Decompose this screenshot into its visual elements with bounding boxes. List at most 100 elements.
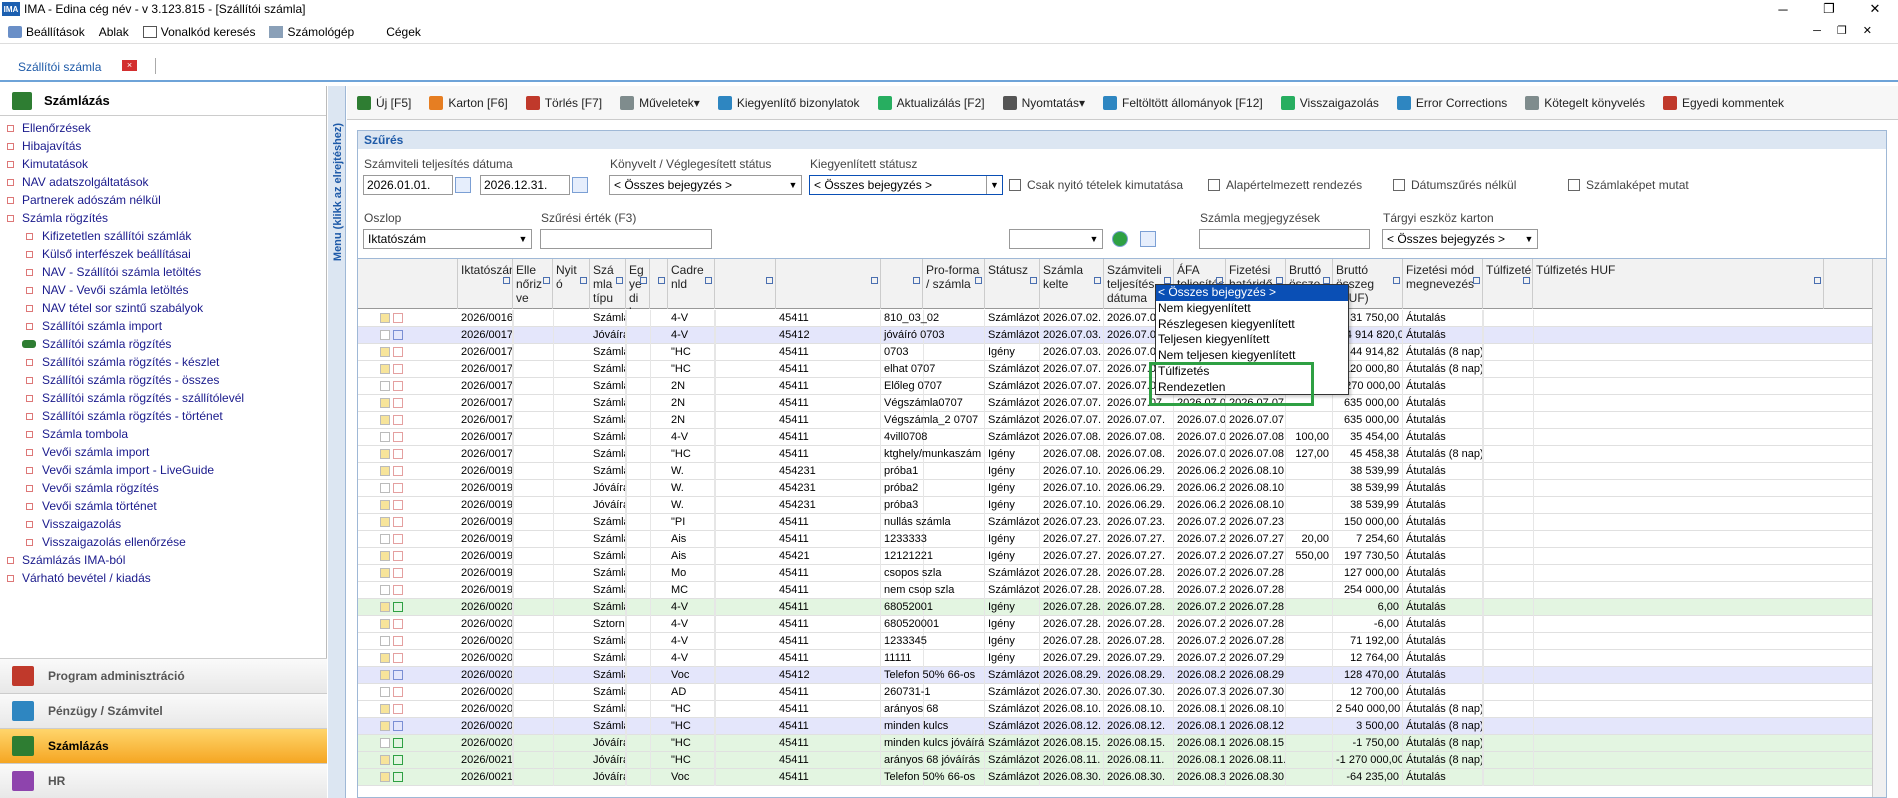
sidebar-item[interactable]: Kimutatások xyxy=(0,155,326,173)
column-header[interactable] xyxy=(715,259,776,309)
date-to-input[interactable]: 2026.12.31. xyxy=(480,175,570,195)
module-button[interactable]: Számlázás xyxy=(0,728,327,763)
sidebar-item[interactable]: Vevői számla rögzítés xyxy=(0,479,326,497)
column-header[interactable]: Szá mla típu s xyxy=(590,259,626,309)
table-row[interactable]: 2026/00203Számla4-V4541111111Igény2026.0… xyxy=(358,650,1886,667)
sidebar-item[interactable]: Kifizetetlen szállítói számlák xyxy=(0,227,326,245)
table-row[interactable]: 2026/00202Számla4-V454111233345Igény2026… xyxy=(358,633,1886,650)
table-row[interactable]: 2026/00208 Számla "HC 45411minden kulcsSzám… xyxy=(358,718,1886,735)
filter-icon[interactable] xyxy=(1164,277,1171,284)
table-row[interactable]: 2026/00198 Számla MC 45411nem csop szlaSzám… xyxy=(358,582,1886,599)
menu-window[interactable]: Ablak xyxy=(99,25,129,39)
menu-settings[interactable]: Beállítások xyxy=(8,25,85,39)
table-row[interactable]: 2026/00212 Jóváírás Voc 45411Telefon 50% 66… xyxy=(358,769,1886,786)
filter-icon[interactable] xyxy=(1216,277,1223,284)
dropdown-option[interactable]: Részlegesen kiegyenlített xyxy=(1156,317,1348,333)
table-row[interactable]: 2026/00200Számla4-V4541168052001Igény202… xyxy=(358,599,1886,616)
column-header[interactable] xyxy=(776,259,881,309)
table-row[interactable]: 2026/00172 Számla "HC 45411elhat 0707Számlá… xyxy=(358,361,1886,378)
sidebar-item[interactable]: NAV adatszolgáltatások xyxy=(0,173,326,191)
asset-select[interactable]: < Összes bejegyzés > ▼ xyxy=(1382,229,1538,249)
filter-icon[interactable] xyxy=(1393,277,1400,284)
filter-icon[interactable] xyxy=(1523,277,1530,284)
sidebar-item[interactable]: Szállítói számla import xyxy=(0,317,326,335)
sidebar-item[interactable]: Szállítói számla rögzítés - történet xyxy=(0,407,326,425)
booked-status-select[interactable]: < Összes bejegyzés > ▼ xyxy=(609,175,802,195)
sidebar-item[interactable]: Vevői számla import - LiveGuide xyxy=(0,461,326,479)
table-row[interactable]: 2026/00209 Jóváírás "HC 45411minden kulcs j… xyxy=(358,735,1886,752)
maximize-icon[interactable]: ❐ xyxy=(1806,0,1852,18)
module-button[interactable]: Program adminisztráció xyxy=(0,658,327,693)
filter-icon[interactable] xyxy=(1094,277,1101,284)
sidebar-item[interactable]: Partnerek adószám nélkül xyxy=(0,191,326,209)
refresh-icon[interactable] xyxy=(1112,231,1128,247)
table-row[interactable]: 2026/00174 Számla 2N 45411Végszámla0707Szám… xyxy=(358,395,1886,412)
mdi-controls[interactable]: ─❐✕ xyxy=(1813,24,1888,37)
menu-barcode-search[interactable]: Vonalkód keresés xyxy=(142,25,255,39)
table-row[interactable]: 2026/00204 Számla Voc 45412Telefon 50% 66-o… xyxy=(358,667,1886,684)
filter-icon[interactable] xyxy=(658,277,665,284)
column-header[interactable]: Túlfizetés xyxy=(1483,259,1533,309)
no-date-filter-checkbox[interactable]: Dátumszűrés nélkül xyxy=(1393,178,1516,192)
column-header[interactable]: Státusz xyxy=(985,259,1040,309)
dropdown-option[interactable]: < Összes bejegyzés > xyxy=(1156,285,1348,301)
column-select[interactable]: Iktatószám ▼ xyxy=(363,229,532,249)
table-row[interactable]: 2026/00196SzámlaAis4542112121221Igény202… xyxy=(358,548,1886,565)
column-header[interactable]: Nyit ó xyxy=(553,259,590,309)
sidebar-item[interactable]: Várható bevétel / kiadás xyxy=(0,569,326,587)
toolbar-button[interactable]: Törlés [F7] xyxy=(525,95,602,110)
calendar-icon[interactable] xyxy=(455,177,471,193)
table-row[interactable]: 2026/00173 Számla 2N 45411Előleg 0707Számlá… xyxy=(358,378,1886,395)
sidebar-item[interactable]: Szállítói számla rögzítés - szállítólevé… xyxy=(0,389,326,407)
toolbar-button[interactable]: Nyomtatás ▾ xyxy=(1002,95,1085,110)
table-row[interactable]: 2026/00192JóváírásW.454231próba2Igény202… xyxy=(358,480,1886,497)
table-row[interactable]: 2026/00201Sztornó4-V45411680520001Igény2… xyxy=(358,616,1886,633)
sidebar-item[interactable]: NAV - Szállítói számla letöltés xyxy=(0,263,326,281)
module-button[interactable]: Pénzügy / Számvitel xyxy=(0,693,327,728)
toolbar-button[interactable]: Egyedi kommentek xyxy=(1662,95,1784,110)
minimize-icon[interactable]: ─ xyxy=(1760,0,1806,18)
column-header[interactable] xyxy=(358,259,458,309)
filter-icon[interactable] xyxy=(640,277,647,284)
sidebar-item[interactable]: Számla rögzítés xyxy=(0,209,326,227)
table-row[interactable]: 2026/00195SzámlaAis454111233333Igény2026… xyxy=(358,531,1886,548)
filter-icon[interactable] xyxy=(1030,277,1037,284)
preview-icon[interactable] xyxy=(1140,231,1156,247)
toolbar-button[interactable]: Kiegyenlítő bizonylatok xyxy=(717,95,860,110)
column-header[interactable]: Eg ye di ko xyxy=(626,259,650,309)
toolbar-button[interactable]: Karton [F6] xyxy=(429,95,508,110)
toolbar-button[interactable]: Kötegelt könyvelés xyxy=(1525,95,1645,110)
sidebar-item[interactable]: Ellenőrzések xyxy=(0,119,326,137)
table-row[interactable]: 2026/00169 Számla 4-V 45411810_03_02Számláz… xyxy=(358,310,1886,327)
column-header[interactable]: Túlfizetés HUF xyxy=(1533,259,1824,309)
sidebar-header[interactable]: Számlázás xyxy=(0,86,326,116)
toolbar-button[interactable]: Új [F5] xyxy=(357,95,411,110)
menu-calculator[interactable]: Számológép xyxy=(269,25,354,39)
filter-icon[interactable] xyxy=(1814,277,1821,284)
sidebar-item[interactable]: NAV tétel sor szintű szabályok xyxy=(0,299,326,317)
sidebar-item[interactable]: Külső interfészek beállításai xyxy=(0,245,326,263)
table-row[interactable]: 2026/00175 Számla 2N 45411Végszámla_2 0707S… xyxy=(358,412,1886,429)
filter-value-input[interactable] xyxy=(540,229,712,249)
column-header[interactable]: Fizetési mód megnevezés xyxy=(1403,259,1483,309)
filter-icon[interactable] xyxy=(1473,277,1480,284)
show-invoice-image-checkbox[interactable]: Számlaképet mutat xyxy=(1568,178,1689,192)
sidebar-item[interactable]: Vevői számla import xyxy=(0,443,326,461)
sidebar-item[interactable]: NAV - Vevői számla letöltés xyxy=(0,281,326,299)
sidebar-item[interactable]: Visszaigazolás ellenőrzése xyxy=(0,533,326,551)
sidebar-item[interactable]: Szállítói számla rögzítés - készlet xyxy=(0,353,326,371)
filter-icon[interactable] xyxy=(1323,277,1330,284)
table-row[interactable]: 2026/00193JóváírásW.454231próba3Igény202… xyxy=(358,497,1886,514)
toolbar-button[interactable]: Visszaigazolás xyxy=(1280,95,1379,110)
open-items-checkbox[interactable]: Csak nyitó tételek kimutatása xyxy=(1009,178,1183,192)
sidebar-item[interactable]: Vevői számla történet xyxy=(0,497,326,515)
filter-icon[interactable] xyxy=(766,277,773,284)
date-from-input[interactable]: 2026.01.01. xyxy=(363,175,453,195)
extra-select[interactable]: ▼ xyxy=(1009,229,1103,249)
module-button[interactable]: HR xyxy=(0,763,327,798)
toolbar-button[interactable]: Műveletek ▾ xyxy=(620,95,700,110)
menu-companies[interactable]: Cégek xyxy=(386,25,421,39)
column-header[interactable]: Pro-forma / számla xyxy=(923,259,985,309)
sidebar-item[interactable]: Szállítói számla rögzítés xyxy=(0,335,326,353)
toolbar-button[interactable]: Feltöltött állományok [F12] xyxy=(1103,95,1263,110)
